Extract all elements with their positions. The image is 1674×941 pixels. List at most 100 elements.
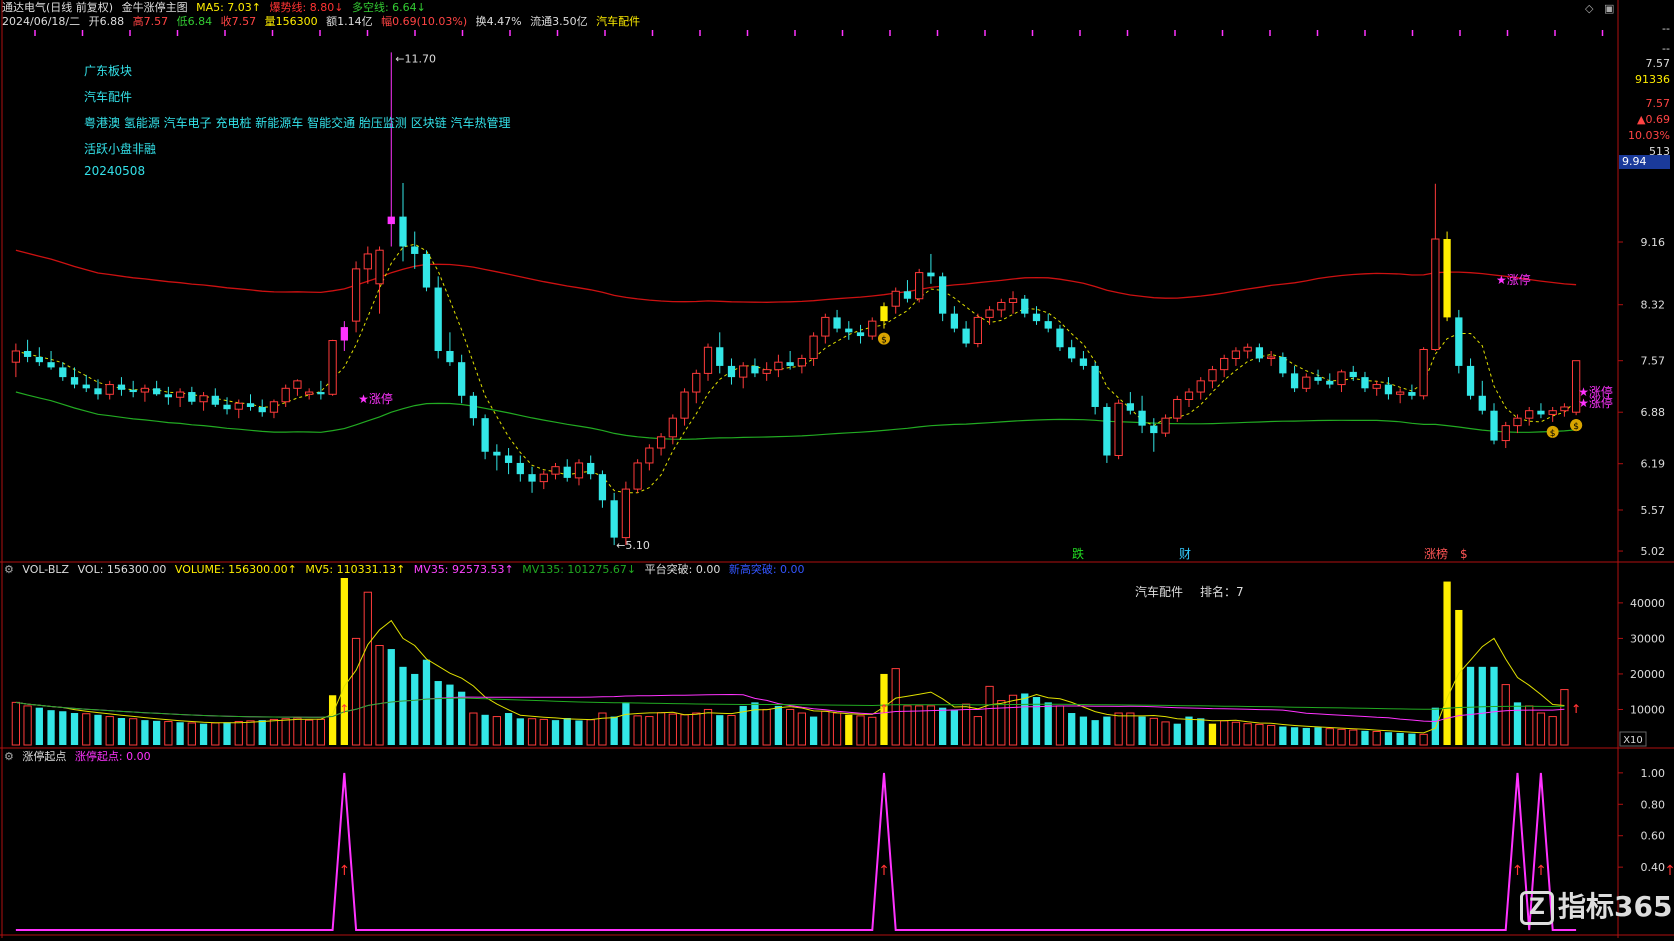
volume-bar <box>293 717 302 746</box>
volume-bar <box>1396 732 1404 745</box>
candle-body <box>786 362 794 366</box>
volume-bar <box>1197 718 1205 745</box>
candle-body <box>340 327 348 341</box>
candle-body <box>1466 365 1475 396</box>
candle-body <box>563 466 571 478</box>
volume-bar <box>117 717 126 745</box>
candle-body <box>1243 346 1252 352</box>
indicator-name[interactable]: 金牛涨停主图 <box>122 1 188 14</box>
volume-bar <box>1068 713 1076 745</box>
quote-amount: 额1.14亿 <box>326 15 373 28</box>
candle-body <box>1419 348 1428 397</box>
volume-bar <box>950 709 959 745</box>
quote-close: 收7.57 <box>220 15 257 28</box>
volume-bar <box>223 722 231 745</box>
candle-body <box>610 500 618 538</box>
candle-body <box>493 451 501 456</box>
volume-bar <box>1443 581 1451 745</box>
volume-bar <box>926 705 936 746</box>
volume-bar <box>762 708 771 746</box>
candle-body <box>1513 417 1522 427</box>
cursor-price-box: 9.94 <box>1619 155 1670 169</box>
right-price2: 7.57 <box>1645 97 1671 110</box>
candle-body <box>809 335 818 359</box>
candle-body <box>903 291 912 299</box>
z-up-arrow: ↑ <box>1664 863 1674 879</box>
candle-body <box>1443 239 1451 318</box>
price-tick-label: 7.57 <box>1641 355 1666 368</box>
tag-cai: 财 <box>1179 547 1191 561</box>
volume-bar <box>351 637 361 746</box>
candle-body <box>821 316 830 337</box>
newhigh-value: 新高突破: 0.00 <box>728 563 805 576</box>
header-row-1: 通达电气(日线 前复权) 金牛涨停主图 MA5: 7.03↑ 爆势线: 8.80… <box>2 1 431 15</box>
vol-gear-icon[interactable]: ⚙ <box>4 563 14 576</box>
right-pct: 10.03% <box>1628 129 1670 142</box>
candle-body <box>1384 384 1393 395</box>
z-gear-icon[interactable]: ⚙ <box>4 750 14 763</box>
volume-bar <box>70 713 79 745</box>
candle-body <box>1337 371 1346 386</box>
volume-bar <box>1243 723 1252 746</box>
volume-bar <box>1173 723 1181 745</box>
vol-sector-label: 汽车配件 <box>1135 585 1184 599</box>
candle-body <box>35 356 43 363</box>
volume-bar <box>527 718 537 746</box>
volume-bar <box>1103 716 1111 745</box>
candle-body <box>927 272 935 277</box>
volume-bar <box>211 722 220 746</box>
z-tick-label: 0.40 <box>1641 861 1666 874</box>
vol-name[interactable]: VOL-BLZ <box>22 563 69 576</box>
diamond-icon[interactable]: ◇ <box>1585 2 1593 15</box>
volume-bar <box>868 716 877 746</box>
candle-body <box>1408 392 1416 396</box>
volume-bar <box>234 721 243 746</box>
candle-body <box>1560 406 1569 412</box>
kline-svg[interactable]: 9.16 8.32 7.57 6.88 6.19 5.57 5.02 ←11.70 ←5.10 ★… <box>0 0 1674 938</box>
right-price: 7.57 <box>1645 57 1671 70</box>
ma5-label: MA5: 7.03↑ <box>196 1 262 14</box>
candle-body <box>1396 391 1405 395</box>
price-tick-label: 5.57 <box>1641 504 1666 517</box>
volume-bar <box>692 712 701 746</box>
candle-body <box>587 462 595 475</box>
extra-annotation: 活跃小盘非融 <box>84 142 157 156</box>
volume-bar <box>1279 726 1287 745</box>
volume-bar <box>11 701 21 746</box>
window-icon[interactable]: ▣ <box>1604 2 1614 15</box>
volume-bar <box>129 718 138 746</box>
candle-body <box>59 367 67 378</box>
stock-title[interactable]: 通达电气(日线 前复权) <box>2 1 113 14</box>
volume-bar <box>633 715 642 746</box>
volume-bar <box>1337 728 1346 746</box>
volume-bar <box>1126 712 1135 746</box>
candle-body <box>269 401 279 413</box>
volume-bar <box>269 718 279 746</box>
volume-bar <box>668 713 677 746</box>
candle-body <box>797 357 807 367</box>
volume-bar <box>47 710 55 745</box>
candle-body <box>539 473 548 483</box>
candle-body <box>153 388 161 395</box>
z-name[interactable]: 涨停起点 <box>22 750 66 763</box>
candle-body <box>164 394 173 398</box>
candle-body <box>1279 356 1287 374</box>
volume-bar <box>539 718 548 746</box>
volume-bar <box>258 720 266 745</box>
volume-bar <box>1302 727 1310 745</box>
vol-up-arrow: ↑ <box>339 702 349 716</box>
candle-body <box>739 365 748 378</box>
dollar-sign: $ <box>881 336 887 346</box>
candle-body <box>1349 371 1357 378</box>
volume-bar <box>856 715 865 746</box>
volume-bar <box>1501 684 1510 746</box>
candle-body <box>23 350 32 357</box>
chart-stage: 9.16 8.32 7.57 6.88 6.19 5.57 5.02 ←11.70 ←5.10 ★… <box>0 0 1674 938</box>
tag-dollar: $ <box>1460 547 1468 561</box>
platform-value: 平台突破: 0.00 <box>644 563 721 576</box>
volume-bar <box>680 714 689 746</box>
volume-bar <box>1044 702 1052 745</box>
quote-float: 流通3.50亿 <box>530 15 588 28</box>
price-tick-label: 9.16 <box>1641 236 1666 249</box>
volume-bar <box>458 691 466 745</box>
